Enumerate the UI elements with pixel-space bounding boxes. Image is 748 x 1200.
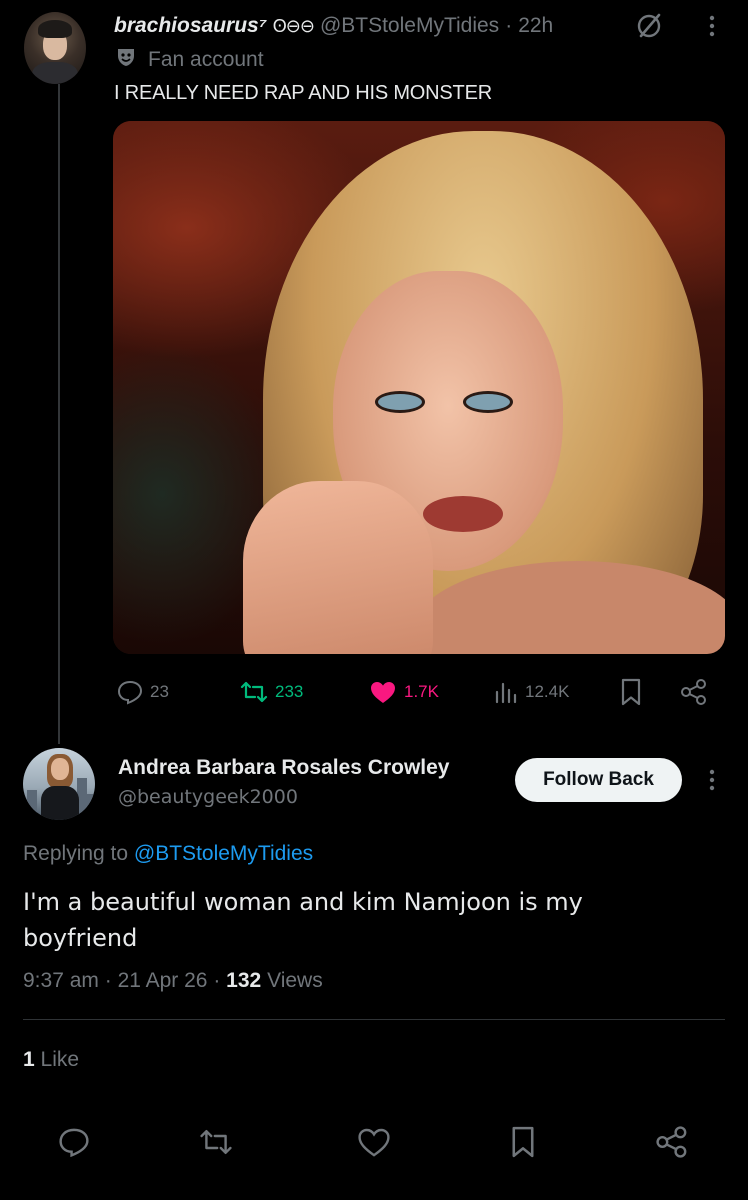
bookmark-action[interactable] <box>618 674 644 710</box>
views-icon <box>493 678 519 706</box>
repost-icon <box>239 678 269 706</box>
share-icon <box>679 677 709 707</box>
reply-views-count: 132 <box>226 969 262 992</box>
replying-to-prefix: Replying to <box>23 842 129 865</box>
like-icon <box>368 678 398 706</box>
reply-count: 23 <box>150 682 169 701</box>
parent-action-bar: 23 233 1.7K 12.4K <box>116 674 716 710</box>
reply-time[interactable]: 9:37 am <box>23 969 99 992</box>
reply-display-name[interactable]: Andrea Barbara Rosales Crowley <box>118 756 449 780</box>
reply-text: I'm a beautiful woman and kim Namjoon is… <box>23 888 583 952</box>
bookmark-icon <box>618 677 644 707</box>
follow-back-button[interactable]: Follow Back <box>515 758 682 802</box>
reply-meta: 9:37 am · 21 Apr 26 · 132 Views <box>23 969 323 993</box>
reply-handle[interactable]: @beautygeek2000 <box>118 786 298 808</box>
parent-tweet-text: I REALLY NEED RAP AND HIS MONSTER <box>114 82 492 104</box>
parent-header: brachiosaurus⁷ ʘ⊖⊖ @BTStoleMyTidies · 22… <box>114 10 553 42</box>
reply-likes-count: 1 <box>23 1048 35 1071</box>
replying-to-mention[interactable]: @BTStoleMyTidies <box>134 842 313 865</box>
reply-icon <box>116 678 144 706</box>
reply-likes[interactable]: 1 Like <box>23 1048 79 1072</box>
like-icon <box>356 1125 392 1164</box>
parent-display-name[interactable]: brachiosaurus⁷ <box>114 14 267 38</box>
repost-count: 233 <box>275 682 304 701</box>
meta-separator: · <box>213 969 221 992</box>
views-count: 12.4K <box>525 682 570 701</box>
repost-icon <box>198 1125 234 1164</box>
divider <box>23 1019 725 1020</box>
reply-action[interactable]: 23 <box>116 674 169 710</box>
fan-account-label: Fan account <box>148 48 264 71</box>
bookmark-icon <box>508 1124 538 1165</box>
like-button[interactable] <box>354 1124 394 1164</box>
grok-icon[interactable] <box>634 11 664 41</box>
fan-account-icon <box>114 45 138 75</box>
thread-line <box>58 84 60 744</box>
reply-avatar[interactable] <box>23 748 95 820</box>
reply-date[interactable]: 21 Apr 26 <box>118 969 208 992</box>
parent-handle[interactable]: @BTStoleMyTidies <box>320 14 499 38</box>
parent-avatar[interactable] <box>24 12 86 84</box>
reply-more-options-icon[interactable] <box>700 766 724 794</box>
parent-timestamp[interactable]: 22h <box>518 14 553 38</box>
reply-icon <box>57 1125 91 1164</box>
reply-views-label: Views <box>267 969 323 992</box>
share-icon <box>654 1124 690 1165</box>
share-action[interactable] <box>679 674 709 710</box>
reply-action-bar <box>0 1120 748 1168</box>
tweet-detail-page: brachiosaurus⁷ ʘ⊖⊖ @BTStoleMyTidies · 22… <box>0 0 748 1200</box>
parody-label: Fan account <box>114 46 264 74</box>
repost-action[interactable]: 233 <box>239 674 303 710</box>
replying-to: Replying to @BTStoleMyTidies <box>23 842 313 866</box>
tweet-photo[interactable] <box>113 121 725 654</box>
meta-separator: · <box>104 969 112 992</box>
share-button[interactable] <box>652 1124 692 1164</box>
like-count: 1.7K <box>404 682 439 701</box>
reply-likes-label: Like <box>40 1048 80 1071</box>
bookmark-button[interactable] <box>503 1124 543 1164</box>
more-options-icon[interactable] <box>700 12 724 40</box>
views-action[interactable]: 12.4K <box>493 674 569 710</box>
repost-button[interactable] <box>196 1124 236 1164</box>
like-action[interactable]: 1.7K <box>368 674 439 710</box>
parent-badges: ʘ⊖⊖ <box>272 15 315 36</box>
time-separator: · <box>505 14 513 37</box>
reply-button[interactable] <box>54 1124 94 1164</box>
